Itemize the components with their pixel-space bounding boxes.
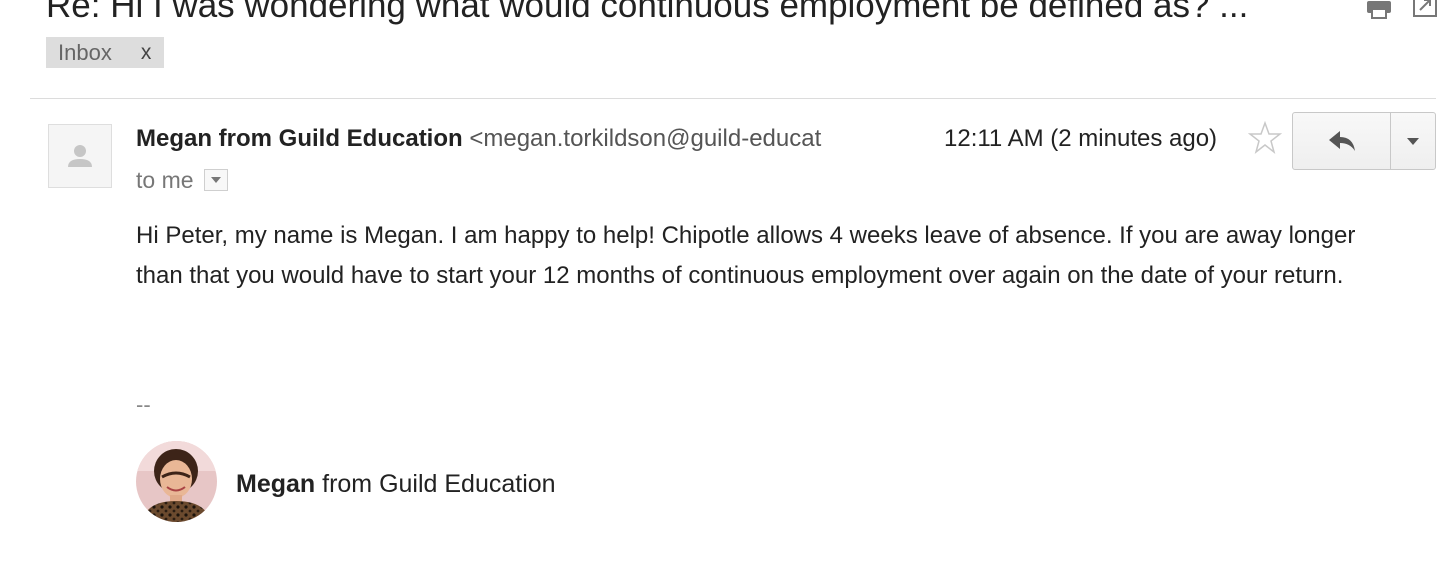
recipient-text: to me	[136, 167, 194, 193]
show-details-button[interactable]	[203, 169, 228, 191]
header-divider	[30, 98, 1436, 99]
label-name: Inbox	[58, 40, 112, 65]
sender-email: <megan.torkildson@guild-educat	[469, 125, 822, 152]
signature-name: Megan	[236, 470, 316, 498]
remove-label-button[interactable]: x	[141, 37, 152, 68]
sender-line: Megan from Guild Education <megan.torkil…	[136, 124, 862, 154]
dropdown-arrow-icon	[210, 177, 221, 183]
sender-name[interactable]: Megan from Guild Education	[136, 125, 463, 152]
print-icon	[1367, 1, 1391, 19]
reply-button[interactable]	[1293, 113, 1391, 169]
open-in-new-window-button[interactable]	[1410, 0, 1440, 24]
signature-text: Megan from Guild Education	[236, 469, 556, 499]
message-body: Hi Peter, my name is Megan. I am happy t…	[136, 222, 1356, 289]
reply-button-group	[1292, 112, 1436, 170]
email-thread-view: Re: Hi I was wondering what would contin…	[0, 0, 1454, 562]
reply-icon	[1328, 131, 1355, 151]
signature-separator: --	[136, 392, 151, 417]
chevron-down-icon	[1407, 137, 1419, 145]
message-timestamp: 12:11 AM (2 minutes ago)	[944, 125, 1218, 152]
sender-avatar[interactable]	[48, 124, 112, 188]
thread-toolbar	[1364, 0, 1440, 24]
label-chip-inbox[interactable]: Inbox x	[46, 37, 164, 68]
new-window-icon	[1413, 0, 1437, 17]
signature-org: from Guild Education	[315, 470, 556, 498]
print-all-button[interactable]	[1364, 0, 1394, 24]
star-icon	[1247, 120, 1283, 154]
more-options-button[interactable]	[1391, 113, 1435, 169]
star-button[interactable]	[1247, 120, 1283, 155]
signature-photo	[136, 441, 217, 522]
person-icon	[68, 145, 92, 167]
thread-subject: Re: Hi I was wondering what would contin…	[46, 0, 1249, 25]
recipient-line: to me	[136, 165, 228, 195]
